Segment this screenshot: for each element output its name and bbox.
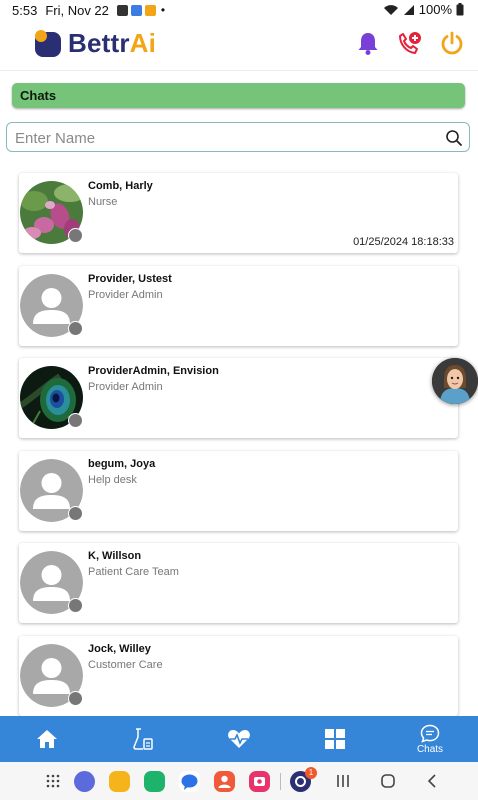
bettrai-notification-icon: [144, 4, 156, 16]
nav-chats[interactable]: Chats: [404, 716, 456, 762]
nav-lab[interactable]: [126, 716, 160, 762]
contact-name: Provider, Ustest: [88, 273, 172, 285]
chat-item[interactable]: Jock, Willey Customer Care: [19, 636, 458, 716]
back-icon[interactable]: [427, 774, 437, 788]
search-icon[interactable]: [445, 129, 463, 147]
section-title: Chats: [20, 88, 57, 103]
chat-item[interactable]: begum, Joya Help desk: [19, 451, 458, 531]
chats-section-header: Chats: [12, 83, 465, 108]
search-input[interactable]: [13, 126, 437, 150]
nav-dashboard[interactable]: [318, 716, 352, 762]
contact-role: Nurse: [88, 196, 118, 208]
recent-apps-icon[interactable]: [336, 774, 350, 788]
app-notification-icon: [130, 4, 142, 16]
presence-dot: [68, 506, 83, 521]
wifi-icon: [383, 4, 398, 15]
presence-dot: [68, 228, 83, 243]
signal-icon: [403, 4, 414, 15]
chat-item[interactable]: ProviderAdmin, Envision Provider Admin: [19, 358, 458, 438]
heartbeat-icon: [228, 730, 250, 748]
presence-dot: [68, 413, 83, 428]
bottom-nav: Chats: [0, 716, 478, 762]
chat-item[interactable]: K, Willson Patient Care Team: [19, 543, 458, 623]
status-date: Fri, Nov 22: [45, 2, 109, 18]
app-drawer-icon[interactable]: [46, 774, 60, 788]
presence-dot: [68, 598, 83, 613]
home-button-icon[interactable]: [381, 774, 395, 788]
chat-icon: [420, 724, 440, 743]
dock-divider: [280, 773, 281, 790]
contact-role: Provider Admin: [88, 289, 163, 301]
contacts-app-icon[interactable]: [214, 771, 235, 792]
status-bar: 5:53 Fri, Nov 22 • 100%: [0, 0, 478, 20]
notification-badge: 1: [305, 767, 317, 779]
contact-role: Provider Admin: [88, 381, 163, 393]
nav-chats-label: Chats: [416, 743, 444, 755]
assistant-fab[interactable]: [432, 358, 478, 404]
phone-app-icon[interactable]: [144, 771, 165, 792]
home-icon: [37, 730, 57, 748]
messages-app-icon[interactable]: [74, 771, 95, 792]
presence-dot: [68, 691, 83, 706]
contact-role: Help desk: [88, 474, 137, 486]
power-icon: [441, 31, 463, 55]
logo-text-ai: Ai: [129, 28, 157, 58]
chat-item[interactable]: Provider, Ustest Provider Admin: [19, 266, 458, 346]
call-button[interactable]: [397, 30, 423, 56]
bettrai-logo: BettrAi: [34, 28, 156, 59]
system-nav-bar: 1: [0, 762, 478, 800]
nav-vitals[interactable]: [222, 716, 256, 762]
more-notifications-dot: •: [160, 3, 166, 17]
contact-name: ProviderAdmin, Envision: [88, 365, 219, 377]
search-box: [6, 122, 470, 152]
status-time: 5:53: [12, 2, 38, 18]
contact-role: Patient Care Team: [88, 566, 179, 578]
gallery-notification-icon: [116, 4, 128, 16]
screen-recorder-icon[interactable]: [249, 771, 270, 792]
notifications-button[interactable]: [355, 30, 381, 56]
lab-icon: [133, 728, 153, 750]
grid-icon: [325, 729, 345, 749]
contact-name: Comb, Harly: [88, 180, 153, 192]
logo-mark-icon: [35, 29, 61, 57]
contact-name: K, Willson: [88, 550, 142, 562]
last-message-time: 01/25/2024 18:18:33: [353, 236, 454, 248]
contact-name: Jock, Willey: [88, 643, 151, 655]
bell-icon: [358, 33, 378, 55]
files-app-icon[interactable]: [109, 771, 130, 792]
logo-text-bettr: Bettr: [68, 28, 130, 58]
app-header: BettrAi: [0, 20, 478, 71]
contact-role: Customer Care: [88, 659, 163, 671]
contact-name: begum, Joya: [88, 458, 156, 470]
chat-app-icon[interactable]: [179, 771, 200, 792]
nav-home[interactable]: [30, 716, 64, 762]
chat-item[interactable]: Comb, Harly Nurse 01/25/2024 18:18:33: [19, 173, 458, 253]
logout-button[interactable]: [439, 30, 465, 56]
phone-plus-icon: [399, 32, 421, 54]
assistant-avatar-icon: [432, 358, 478, 404]
presence-dot: [68, 321, 83, 336]
battery-icon: [456, 3, 464, 16]
battery-percent: 100%: [418, 2, 452, 17]
